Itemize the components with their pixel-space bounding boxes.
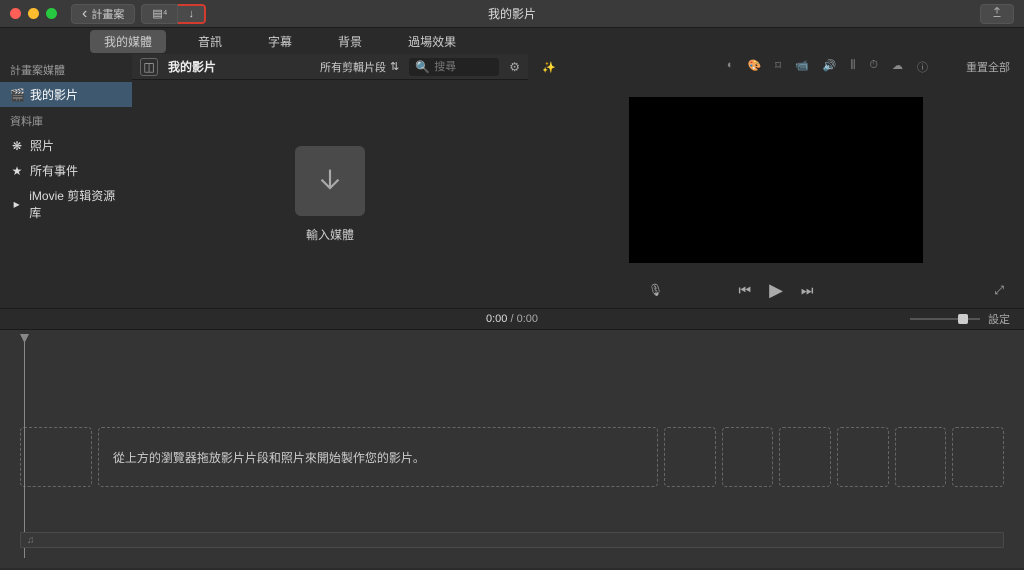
clapper-icon: 🎬 [10, 88, 24, 102]
info-button[interactable]: ⓘ [917, 59, 928, 75]
timecode: 0:00 / 0:00 [486, 313, 538, 325]
browser-settings-button[interactable]: ⚙ [509, 60, 520, 74]
current-time: 0:00 [486, 313, 507, 325]
play-button[interactable]: ▶ [769, 280, 783, 301]
sidebar-item-imovie-library[interactable]: ▸ iMovie 剪辑资源库 [0, 183, 132, 225]
triangle-right-icon: ▸ [10, 197, 23, 211]
back-to-projects-button[interactable]: 計畫案 [71, 4, 135, 24]
fullscreen-button[interactable]: ⤢ [994, 283, 1004, 298]
sidebar-item-label: 所有事件 [30, 162, 78, 179]
browser-title: 我的影片 [168, 58, 216, 75]
tab-transition[interactable]: 過場效果 [394, 30, 470, 53]
sidebar-header-project-media: 計畫案媒體 [0, 56, 132, 82]
voiceover-button[interactable]: 🎙 [648, 283, 663, 297]
microphone-icon: 🎙 [648, 283, 663, 297]
sidebar-header-library: 資料庫 [0, 107, 132, 133]
prev-frame-button[interactable]: ⏮ [738, 282, 751, 299]
stabilize-button[interactable]: 📹 [795, 59, 809, 75]
chevron-updown-icon: ⇅ [390, 60, 399, 73]
search-field[interactable]: 🔍 [409, 58, 499, 76]
clip-placeholder-main[interactable]: 從上方的瀏覽器拖放影片片段和照片來開始製作您的影片。 [98, 427, 658, 487]
viewer-panel: ✨ ◐ 🎨 ⌑ 📹 🔊 ⫼ ⏱ ☁ ⓘ 重置全部 🎙 ⏮ [528, 54, 1024, 308]
browser-body: 輸入媒體 [132, 80, 528, 308]
clip-filter-dropdown[interactable]: 所有剪輯片段 ⇅ [320, 59, 399, 75]
browser-header: ◫ 我的影片 所有剪輯片段 ⇅ 🔍 ⚙ [132, 54, 528, 80]
share-button[interactable] [980, 4, 1014, 24]
list-view-button[interactable]: ▤⁴ [141, 4, 178, 24]
tab-subtitle[interactable]: 字幕 [254, 30, 306, 53]
sidebar: 計畫案媒體 🎬 我的影片 資料庫 ❋ 照片 ★ 所有事件 ▸ iMovie 剪辑… [0, 54, 132, 308]
search-icon: 🔍 [415, 60, 430, 74]
tab-background[interactable]: 背景 [324, 30, 376, 53]
download-arrow-icon: ↓ [188, 8, 194, 20]
back-label: 計畫案 [91, 6, 124, 22]
search-input[interactable] [434, 61, 494, 73]
window-controls [0, 8, 57, 19]
window-title: 我的影片 [488, 5, 536, 22]
clip-placeholder[interactable] [664, 427, 716, 487]
media-tabs: 我的媒體 音訊 字幕 背景 過場效果 [0, 28, 1024, 54]
download-arrow-icon [313, 164, 347, 198]
zoom-slider[interactable] [910, 318, 980, 320]
viewer-controls: 🎙 ⏮ ▶ ⏭ ⤢ [528, 272, 1024, 308]
sidebar-item-label: iMovie 剪辑资源库 [29, 187, 122, 221]
reset-all-button[interactable]: 重置全部 [966, 59, 1010, 75]
titlebar: 計畫案 ▤⁴ ↓ 我的影片 [0, 0, 1024, 28]
magic-wand-button[interactable]: ✨ [542, 61, 556, 74]
equalizer-button[interactable]: ⫼ [850, 59, 855, 75]
clip-placeholder[interactable] [952, 427, 1004, 487]
music-note-icon: ♫ [27, 535, 35, 546]
close-window-button[interactable] [10, 8, 21, 19]
view-toggle-group: ▤⁴ ↓ [141, 4, 206, 24]
flower-icon: ❋ [10, 139, 24, 153]
video-preview[interactable] [629, 97, 923, 263]
star-icon: ★ [10, 164, 24, 178]
filter-button[interactable]: ☁ [892, 59, 903, 75]
timeline[interactable]: 從上方的瀏覽器拖放影片片段和照片來開始製作您的影片。 ♫ [0, 330, 1024, 568]
magic-wand-icon: ✨ [542, 62, 556, 74]
color-correction-button[interactable]: 🎨 [748, 59, 762, 75]
import-media-label: 輸入媒體 [306, 226, 354, 243]
list-icon: ▤⁴ [152, 7, 167, 20]
clip-placeholder[interactable] [779, 427, 831, 487]
import-media-button[interactable]: ↓ [178, 4, 206, 24]
toggle-sidebar-button[interactable]: ◫ [140, 58, 158, 76]
adjustment-icons: ◐ 🎨 ⌑ 📹 🔊 ⫼ ⏱ ☁ ⓘ [727, 59, 928, 75]
timeline-settings-button[interactable]: 設定 [988, 311, 1010, 327]
total-time: 0:00 [517, 313, 538, 325]
fullscreen-window-button[interactable] [46, 8, 57, 19]
crop-button[interactable]: ⌑ [775, 59, 781, 75]
sidebar-item-label: 照片 [30, 137, 54, 154]
playhead[interactable] [24, 336, 25, 558]
sidebar-item-label: 我的影片 [30, 86, 78, 103]
video-track[interactable]: 從上方的瀏覽器拖放影片片段和照片來開始製作您的影片。 [20, 426, 1004, 488]
clip-placeholder[interactable] [895, 427, 947, 487]
media-browser: ◫ 我的影片 所有剪輯片段 ⇅ 🔍 ⚙ [132, 54, 528, 308]
speed-button[interactable]: ⏱ [869, 59, 878, 75]
viewer-canvas [528, 80, 1024, 272]
share-icon [991, 6, 1003, 21]
import-media-tile[interactable] [295, 146, 365, 216]
minimize-window-button[interactable] [28, 8, 39, 19]
timeline-hint: 從上方的瀏覽器拖放影片片段和照片來開始製作您的影片。 [113, 449, 425, 466]
filter-label: 所有剪輯片段 [320, 59, 386, 75]
tab-my-media[interactable]: 我的媒體 [90, 30, 166, 53]
sidebar-item-my-movie[interactable]: 🎬 我的影片 [0, 82, 132, 107]
next-frame-button[interactable]: ⏭ [801, 282, 814, 299]
clip-placeholder[interactable] [20, 427, 92, 487]
clip-placeholder[interactable] [837, 427, 889, 487]
audio-track[interactable]: ♫ [20, 532, 1004, 548]
expand-icon: ⤢ [994, 283, 1004, 297]
playback-controls: ⏮ ▶ ⏭ [738, 280, 813, 301]
clip-placeholder[interactable] [722, 427, 774, 487]
sidebar-item-photos[interactable]: ❋ 照片 [0, 133, 132, 158]
gear-icon: ⚙ [509, 60, 520, 74]
tab-audio[interactable]: 音訊 [184, 30, 236, 53]
viewer-toolbar: ✨ ◐ 🎨 ⌑ 📹 🔊 ⫼ ⏱ ☁ ⓘ 重置全部 [528, 54, 1024, 80]
color-balance-button[interactable]: ◐ [727, 59, 734, 75]
timeline-header: 0:00 / 0:00 設定 [0, 308, 1024, 330]
volume-button[interactable]: 🔊 [823, 59, 837, 75]
sidebar-item-all-events[interactable]: ★ 所有事件 [0, 158, 132, 183]
